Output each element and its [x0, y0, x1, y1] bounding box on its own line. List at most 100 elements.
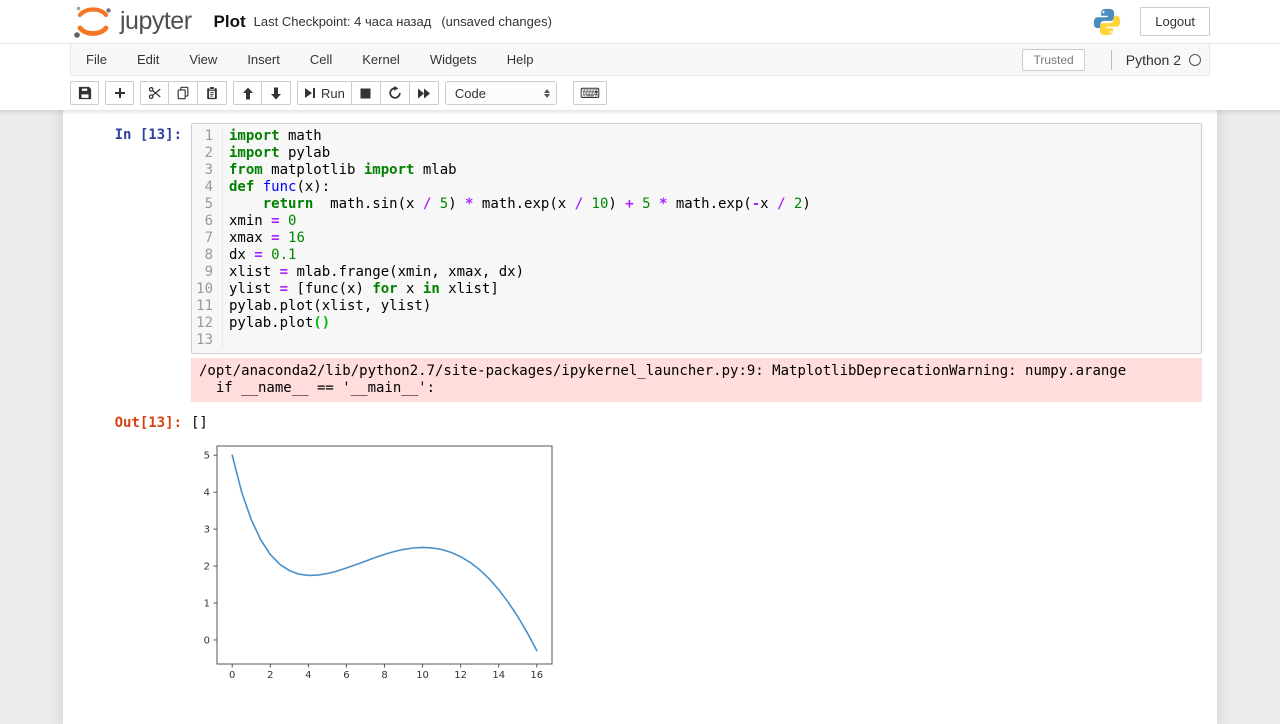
restart-kernel-button[interactable]	[380, 81, 410, 105]
matplotlib-figure: 0 2 4 6 8 10 12 14 16012345	[204, 445, 553, 681]
code-line[interactable]: 12 pylab.plot()	[192, 315, 1201, 332]
run-button-label: Run	[321, 85, 345, 101]
paste-cells-button[interactable]	[198, 81, 227, 105]
save-button[interactable]	[70, 81, 99, 105]
menu-file[interactable]: File	[71, 45, 122, 75]
notebook-header: jupyter Plot Last Checkpoint: 4 часа наз…	[0, 0, 1280, 110]
plus-icon	[114, 88, 125, 98]
svg-text:0: 0	[204, 635, 210, 646]
cut-cells-button[interactable]	[140, 81, 169, 105]
code-line[interactable]: 10 ylist = [func(x) for x in xlist]	[192, 281, 1201, 298]
svg-text:1: 1	[204, 599, 210, 610]
line-number: 1	[192, 128, 223, 145]
code-line[interactable]: 9 xlist = mlab.frange(xmin, xmax, dx)	[192, 264, 1201, 281]
line-number: 10	[192, 281, 223, 298]
code-line[interactable]: 2 import pylab	[192, 145, 1201, 162]
move-cell-up-button[interactable]	[233, 81, 262, 105]
code-line[interactable]: 6 xmin = 0	[192, 213, 1201, 230]
line-number: 4	[192, 179, 223, 196]
menu-view[interactable]: View	[174, 45, 232, 75]
toolbar-row: Run Code ⌨	[0, 76, 1280, 110]
title-row: jupyter Plot Last Checkpoint: 4 часа наз…	[0, 0, 1280, 44]
paste-icon	[207, 86, 217, 100]
command-palette-button[interactable]: ⌨	[572, 81, 608, 105]
kernel-divider	[1110, 49, 1112, 70]
restart-icon	[389, 86, 401, 99]
arrow-up-icon	[242, 87, 253, 99]
svg-text:0: 0	[229, 670, 235, 681]
kernel-idle-icon	[1189, 53, 1201, 66]
menu-insert[interactable]: Insert	[232, 45, 295, 75]
scissors-icon	[148, 86, 161, 100]
arrow-down-icon	[271, 87, 281, 99]
fast-forward-icon	[417, 88, 430, 98]
line-number: 5	[192, 196, 223, 213]
svg-text:10: 10	[416, 670, 429, 681]
line-number: 8	[192, 247, 223, 264]
code-line[interactable]: 7 xmax = 16	[192, 230, 1201, 247]
trusted-button[interactable]: Trusted	[1022, 48, 1085, 71]
run-button[interactable]: Run	[297, 81, 352, 105]
toolbar: Run Code ⌨	[70, 76, 1210, 110]
svg-text:4: 4	[305, 670, 311, 681]
restart-run-all-button[interactable]	[409, 81, 439, 105]
notebook-title[interactable]: Plot	[214, 12, 246, 32]
save-icon	[78, 86, 91, 100]
plot-output: 0 2 4 6 8 10 12 14 16 0 1 2 3 4 5	[191, 434, 563, 686]
stderr-prompt-spacer	[78, 358, 191, 402]
jupyter-wordmark: jupyter	[120, 7, 192, 35]
svg-text:16: 16	[530, 670, 543, 681]
stop-icon	[360, 88, 371, 98]
cell-type-select[interactable]: Code	[444, 81, 557, 105]
svg-text:2: 2	[204, 562, 210, 573]
menu-kernel[interactable]: Kernel	[347, 45, 415, 75]
code-line[interactable]: 8 dx = 0.1	[192, 247, 1201, 264]
copy-cells-button[interactable]	[169, 81, 198, 105]
line-number: 11	[192, 298, 223, 315]
menu-help[interactable]: Help	[492, 45, 549, 75]
code-line[interactable]: 3 from matplotlib import mlab	[192, 162, 1201, 179]
stderr-output: /opt/anaconda2/lib/python2.7/site-packag…	[191, 358, 1202, 402]
line-number: 7	[192, 230, 223, 247]
menubar: File Edit View Insert Cell Kernel Widgets Help …	[70, 44, 1210, 76]
insert-cell-below-button[interactable]	[105, 81, 134, 105]
output-prompt: Out[13]:	[114, 415, 182, 431]
cell-type-value: Code	[454, 85, 486, 101]
code-line[interactable]: 5 return math.sin(x / 5) * math.exp(x / …	[192, 196, 1201, 213]
svg-text:5: 5	[204, 451, 210, 462]
svg-text:6: 6	[343, 670, 349, 681]
code-editor[interactable]: 1 import math 2 import pylab 3 from matplotli…	[191, 123, 1202, 354]
notebook-container: In [13]: 1 import math 2 import pylab 3 from …	[63, 110, 1217, 724]
autosave-status: (unsaved changes)	[441, 14, 552, 29]
svg-text:14: 14	[492, 670, 505, 681]
select-arrows-icon	[543, 88, 550, 98]
svg-text:4: 4	[204, 488, 210, 499]
svg-text:2: 2	[267, 670, 273, 681]
code-line[interactable]: 4 def func(x):	[192, 179, 1201, 196]
code-line[interactable]: 1 import math	[192, 128, 1201, 145]
menu-edit[interactable]: Edit	[122, 45, 174, 75]
svg-text:12: 12	[454, 670, 467, 681]
line-number: 12	[192, 315, 223, 332]
jupyter-logo[interactable]: jupyter	[70, 3, 192, 41]
menu-cell[interactable]: Cell	[295, 45, 347, 75]
line-number: 13	[192, 332, 223, 349]
code-line[interactable]: 11 pylab.plot(xlist, ylist)	[192, 298, 1201, 315]
output-value: []	[191, 415, 208, 431]
python-logo-icon	[1094, 8, 1121, 35]
code-cell: In [13]: 1 import math 2 import pylab 3 from …	[78, 123, 1202, 354]
plot-prompt-spacer	[78, 434, 191, 686]
jupyter-logo-icon	[74, 6, 111, 38]
copy-icon	[177, 86, 189, 100]
line-number: 9	[192, 264, 223, 281]
input-prompt: In [13]:	[114, 127, 182, 143]
menu-widgets[interactable]: Widgets	[415, 45, 492, 75]
interrupt-kernel-button[interactable]	[351, 81, 381, 105]
svg-text:3: 3	[204, 525, 210, 536]
output-area: /opt/anaconda2/lib/python2.7/site-packag…	[78, 358, 1202, 402]
result-row: Out[13]: []	[78, 411, 1202, 432]
code-line[interactable]: 13	[192, 332, 1201, 349]
move-cell-down-button[interactable]	[262, 81, 291, 105]
logout-button[interactable]: Logout	[1140, 7, 1210, 36]
svg-text:8: 8	[381, 670, 387, 681]
